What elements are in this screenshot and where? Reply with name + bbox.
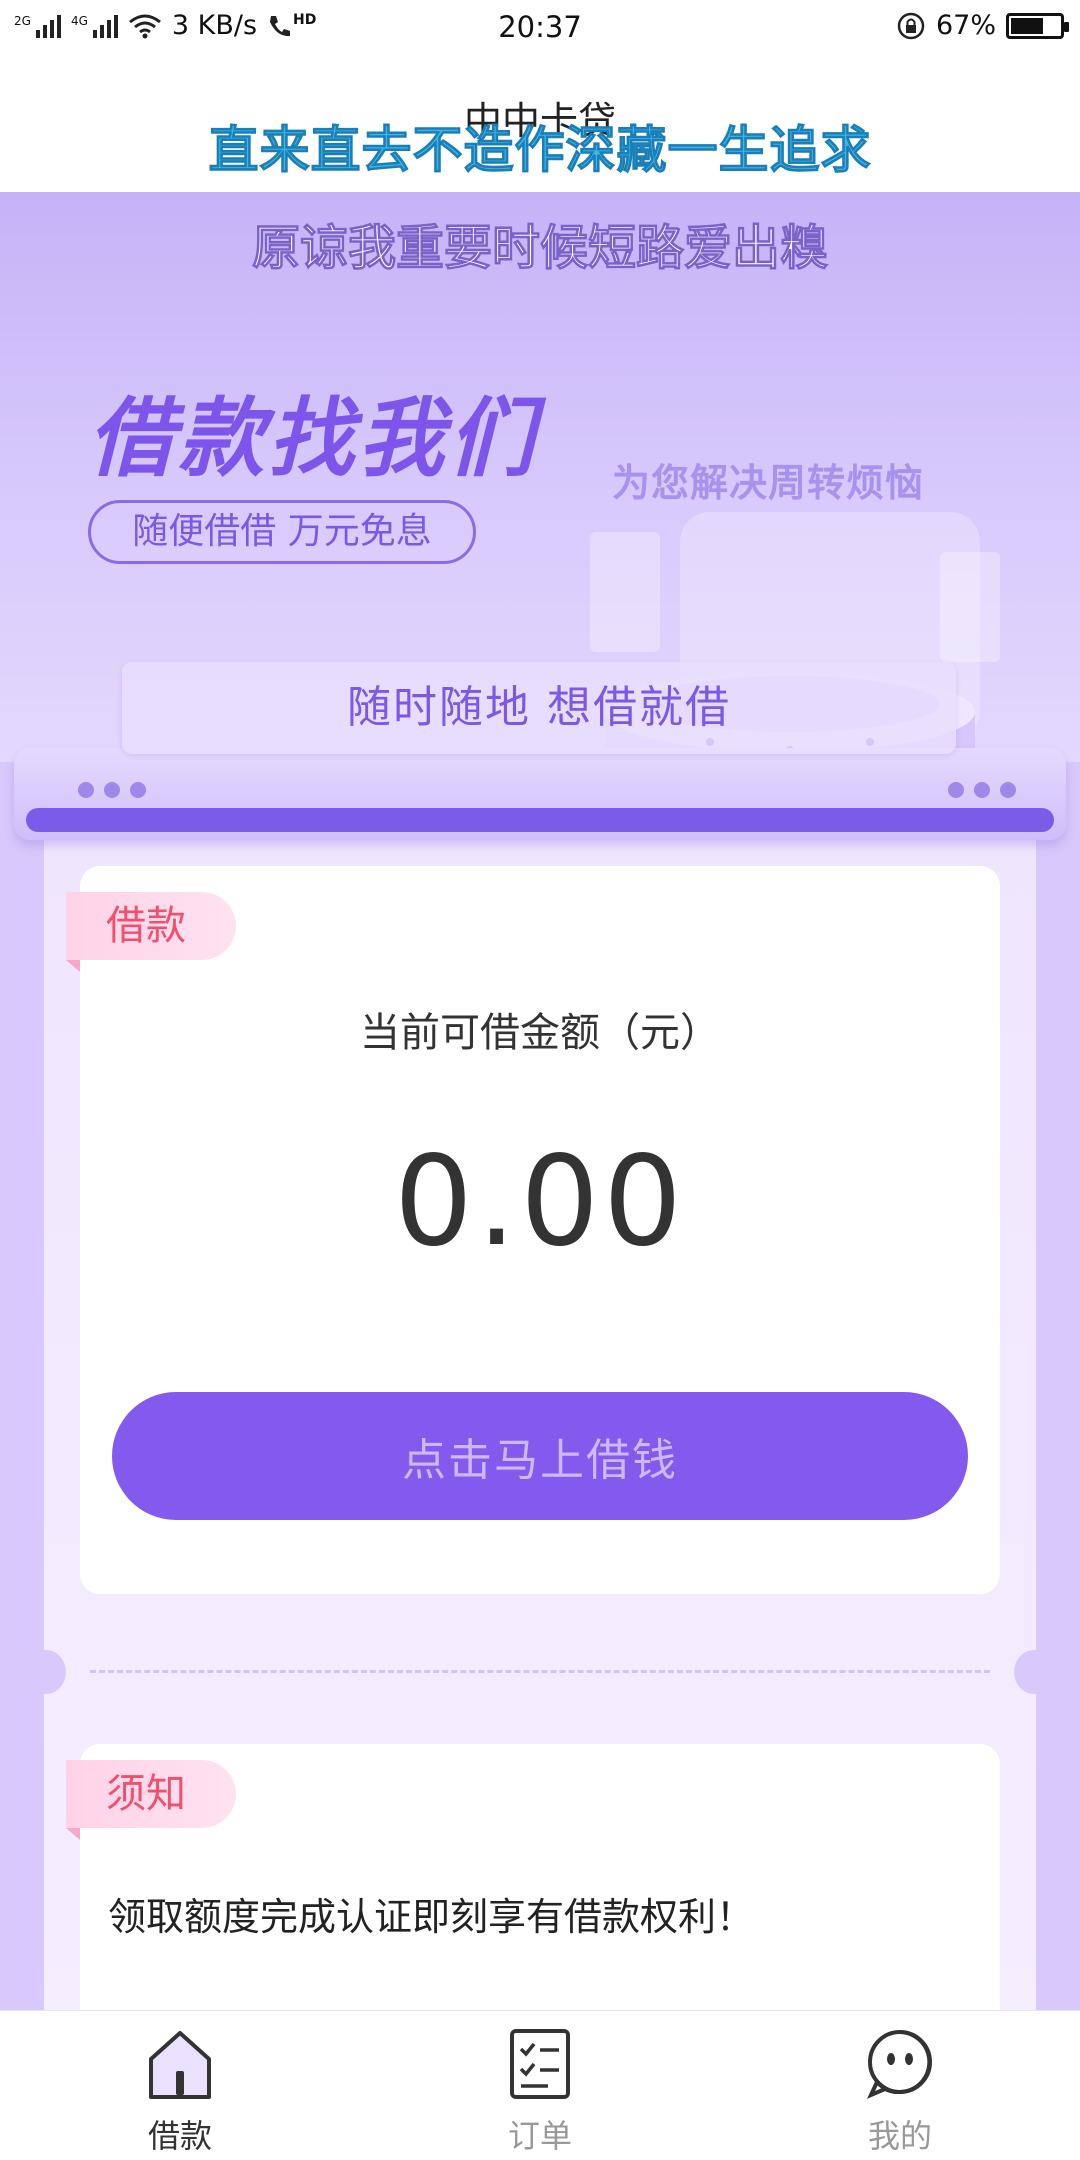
notice-text: 领取额度完成认证即刻享有借款权利！ [108,1895,755,1939]
order-list-icon [510,2029,570,2099]
available-amount-label: 当前可借金额（元） [360,1010,720,1056]
overlay-lyric-line-1: 直来直去不造作深藏一生追求 [208,121,872,180]
nav-item-orders[interactable]: 订单 [360,2011,720,2160]
bottom-nav: 借款 订单 我的 [0,2010,1080,2160]
rotation-lock-icon [897,12,925,39]
available-amount-value: 0.00 [393,1130,687,1274]
dashed-divider [90,1670,990,1673]
loan-tag: 借款 [66,892,236,972]
hero-promo-pill: 随便借借 万元免息 [88,500,476,564]
sub-banner: 随时随地 想借就借 [122,662,956,754]
title-bar: 中中卡贷 直来直去不造作深藏一生追求 [0,52,1080,192]
status-right: 67% [896,10,1069,41]
app-screen: 2G 4G 3 KB/s HD 20:37 67% 中中卡贷 直来直去不造作深藏… [0,0,1080,2160]
status-bar: 2G 4G 3 KB/s HD 20:37 67% [0,0,1080,52]
battery-percent: 67% [935,10,996,41]
nav-item-profile[interactable]: 我的 [720,2011,1080,2160]
frame-dots-left [78,782,146,798]
nav-item-loan[interactable]: 借款 [0,2011,360,2160]
home-icon [149,2031,211,2099]
divider-notch-right [1014,1650,1054,1694]
nav-label-profile: 我的 [867,2117,932,2155]
notice-tag: 须知 [66,1760,236,1840]
battery-icon [1006,12,1069,39]
divider-notch-left [26,1650,66,1694]
hero-title: 借款找我们 [88,389,538,489]
nav-label-loan: 借款 [147,2117,212,2155]
battery-level [1011,17,1043,34]
nav-label-orders: 订单 [507,2117,572,2155]
hero-slogan: 为您解决周转烦恼 [612,461,925,505]
profile-face-icon [867,2030,932,2099]
frame-dots-right [948,782,1016,798]
window-frame-bar [26,808,1054,832]
overlay-lyric-line-2: 原谅我重要时候短路爱出糗 [251,220,828,277]
borrow-now-button[interactable]: 点击马上借钱 [112,1392,968,1520]
